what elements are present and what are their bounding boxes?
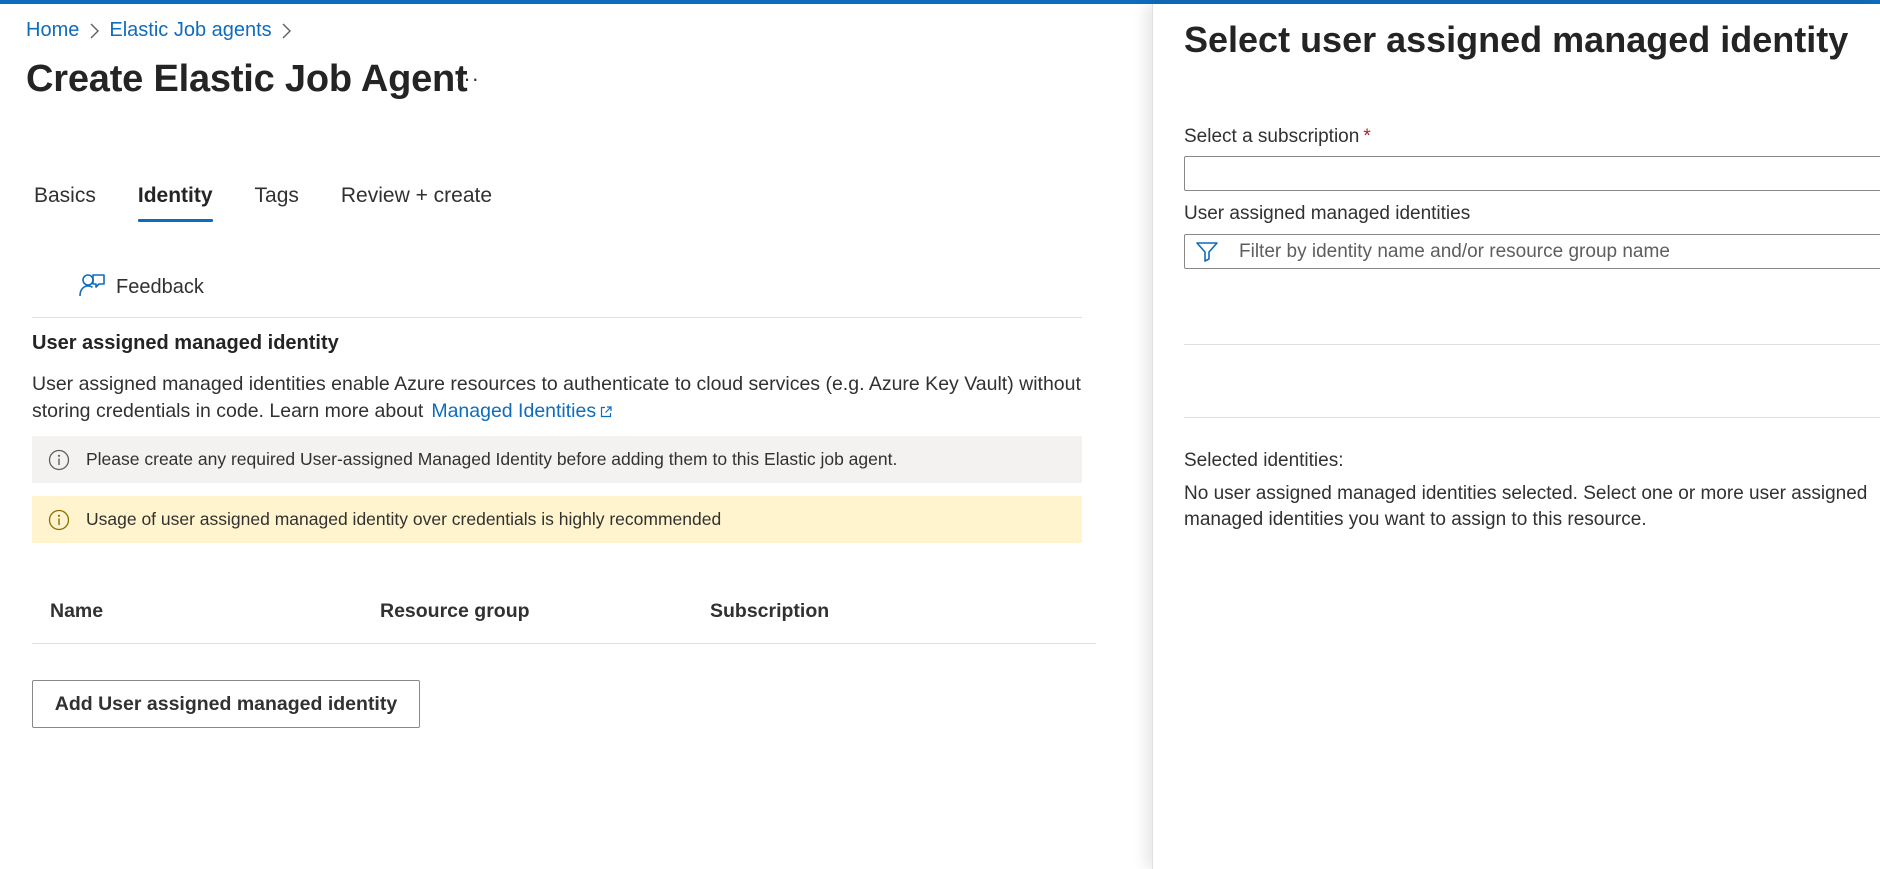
- wizard-tabs: Basics Identity Tags Review + create: [34, 184, 534, 222]
- feedback-label: Feedback: [116, 275, 204, 298]
- select-identity-pane: Select user assigned managed identity Se…: [1152, 4, 1880, 869]
- warning-message-bar: Usage of user assigned managed identity …: [32, 496, 1082, 543]
- selected-identities-label: Selected identities:: [1184, 450, 1344, 471]
- info-icon: [48, 509, 70, 530]
- breadcrumb: Home Elastic Job agents: [26, 19, 302, 42]
- identities-table-header: Name Resource group Subscription: [32, 598, 1096, 644]
- subscription-label: Select a subscription *: [1184, 126, 1371, 148]
- feedback-button[interactable]: Feedback: [78, 270, 204, 304]
- info-message-bar: Please create any required User-assigned…: [32, 436, 1082, 483]
- user-assigned-identities-label: User assigned managed identities: [1184, 203, 1471, 224]
- info-icon: [48, 449, 70, 470]
- filter-icon: [1196, 242, 1218, 262]
- more-actions-button[interactable]: ···: [455, 66, 480, 92]
- tab-basics[interactable]: Basics: [34, 184, 96, 220]
- tab-tags[interactable]: Tags: [255, 184, 299, 220]
- column-header-name[interactable]: Name: [50, 600, 103, 623]
- identity-filter-box[interactable]: [1184, 234, 1880, 269]
- required-indicator: *: [1363, 126, 1371, 147]
- section-description: User assigned managed identities enable …: [32, 371, 1092, 425]
- breadcrumb-elastic-job-agents-link[interactable]: Elastic Job agents: [109, 19, 271, 42]
- breadcrumb-home-link[interactable]: Home: [26, 19, 79, 42]
- divider: [1184, 344, 1880, 345]
- info-message-text: Please create any required User-assigned…: [86, 449, 898, 469]
- subscription-dropdown[interactable]: [1184, 156, 1880, 191]
- no-identities-selected-text: No user assigned managed identities sele…: [1184, 483, 1868, 530]
- pane-title: Select user assigned managed identity: [1184, 19, 1849, 60]
- subscription-label-text: Select a subscription: [1184, 126, 1360, 147]
- external-link-icon: [601, 406, 612, 418]
- managed-identities-link[interactable]: Managed Identities: [431, 400, 612, 422]
- identity-filter-input[interactable]: [1239, 235, 1880, 268]
- divider: [32, 317, 1082, 318]
- page-title: Create Elastic Job Agent: [26, 58, 468, 100]
- column-header-subscription[interactable]: Subscription: [710, 600, 829, 623]
- divider: [1184, 417, 1880, 418]
- feedback-icon: [78, 270, 116, 304]
- warning-message-text: Usage of user assigned managed identity …: [86, 509, 722, 529]
- add-user-assigned-identity-button[interactable]: Add User assigned managed identity: [32, 680, 420, 728]
- tab-review-create[interactable]: Review + create: [341, 184, 492, 220]
- chevron-right-icon: [272, 19, 302, 42]
- chevron-right-icon: [79, 19, 109, 42]
- managed-identities-link-label: Managed Identities: [431, 400, 597, 422]
- tab-identity[interactable]: Identity: [137, 184, 213, 222]
- column-header-resource-group[interactable]: Resource group: [380, 600, 530, 623]
- section-title: User assigned managed identity: [32, 332, 339, 354]
